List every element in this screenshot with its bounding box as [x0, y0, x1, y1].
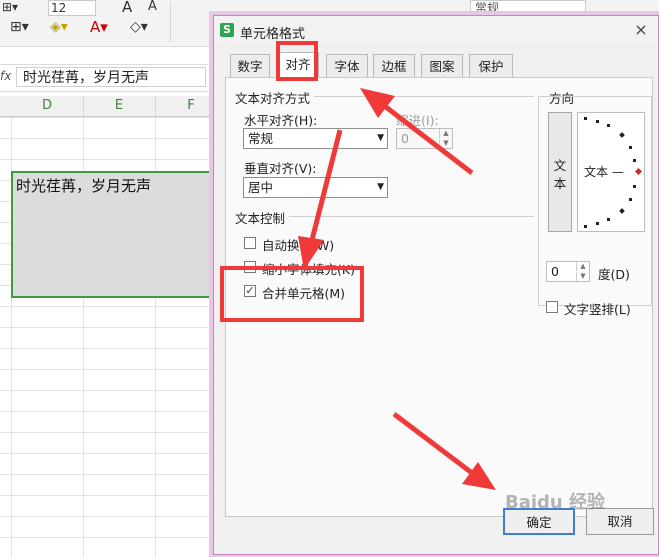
merged-cell-text: 时光荏苒，岁月无声 [16, 177, 152, 195]
font-color-glyph: A [90, 18, 101, 36]
dialog-titlebar[interactable]: S 单元格格式 × [214, 16, 658, 44]
degrees-label: 度(D) [598, 267, 630, 282]
chevron-down-icon: ▼ [377, 133, 384, 143]
fill-color-icon[interactable]: ◈▾ [50, 20, 68, 34]
formula-input[interactable]: 时光荏苒，岁月无声 [16, 67, 206, 87]
dial-text: 文本 — [584, 165, 624, 179]
format-painter-grid-icon[interactable]: ⊞▾ [2, 0, 42, 14]
font-size-value: 12 [51, 1, 67, 15]
vertical-align-label: 垂直对齐(V): [244, 161, 317, 176]
column-header-d[interactable]: D [11, 96, 84, 116]
watermark: Baidu 经验 [505, 492, 606, 513]
stepper-up-icon[interactable]: ▲ [439, 129, 452, 138]
number-format-value: 常规 [475, 1, 500, 15]
vertical-text-button[interactable]: 文 本 [548, 112, 572, 232]
indent-stepper[interactable]: 0 ▲ ▼ [396, 128, 453, 149]
annotation-box-tab [276, 41, 318, 81]
orientation-dial[interactable]: 文本 — [577, 112, 645, 232]
vertical-text-char: 文 [553, 158, 567, 173]
text-alignment-group-title: 文本对齐方式 [235, 88, 315, 107]
horizontal-align-label: 水平对齐(H): [244, 113, 318, 128]
fx-label[interactable]: fx [0, 69, 11, 83]
stepper-up-icon[interactable]: ▲ [576, 262, 589, 271]
close-button[interactable]: × [624, 16, 658, 44]
chevron-down-icon: ▼ [377, 182, 384, 192]
tab-border[interactable]: 边框 [373, 54, 415, 77]
horizontal-align-select[interactable]: 常规 ▼ [243, 128, 388, 149]
vertical-text-char: 本 [553, 176, 567, 191]
wrap-text-label[interactable]: 自动换行(W) [262, 235, 334, 254]
degrees-value: 0 [551, 264, 559, 279]
group-divider [286, 216, 534, 217]
group-divider [306, 96, 534, 97]
tab-font[interactable]: 字体 [326, 54, 368, 77]
indent-value: 0 [401, 131, 409, 146]
clear-format-icon[interactable]: ◇▾ [130, 20, 148, 34]
wrap-text-checkbox[interactable] [244, 237, 256, 249]
font-shrink-button[interactable]: A [148, 0, 157, 14]
degrees-stepper[interactable]: 0 ▲ ▼ [546, 261, 590, 282]
vertical-align-select[interactable]: 居中 ▼ [243, 177, 388, 198]
column-header-e[interactable]: E [83, 96, 156, 116]
indent-label: 缩进(I): [396, 113, 439, 128]
vertical-layout-checkbox[interactable] [546, 301, 558, 313]
vertical-layout-label[interactable]: 文字竖排(L) [564, 299, 631, 318]
text-control-group-title: 文本控制 [235, 208, 290, 227]
tab-number[interactable]: 数字 [230, 54, 270, 77]
merged-cell-selection[interactable]: 时光荏苒，岁月无声 [11, 171, 216, 298]
vertical-align-value: 居中 [248, 180, 274, 195]
font-size-combo[interactable]: 12 [48, 0, 96, 16]
stepper-down-icon[interactable]: ▼ [439, 139, 452, 148]
wps-app-icon: S [220, 23, 234, 37]
annotation-box-merge [220, 266, 364, 322]
tab-pattern[interactable]: 图案 [421, 54, 463, 77]
font-color-button[interactable]: A▾ [90, 18, 108, 36]
number-format-combo[interactable]: 常规 [470, 0, 586, 16]
borders-icon[interactable]: ⊞▾ [10, 20, 29, 34]
tab-protection[interactable]: 保护 [469, 54, 513, 77]
horizontal-align-value: 常规 [248, 131, 274, 146]
dialog-title: 单元格格式 [240, 27, 306, 42]
stepper-down-icon[interactable]: ▼ [576, 272, 589, 281]
font-grow-button[interactable]: A [122, 0, 132, 15]
toolbar-divider [170, 2, 171, 42]
